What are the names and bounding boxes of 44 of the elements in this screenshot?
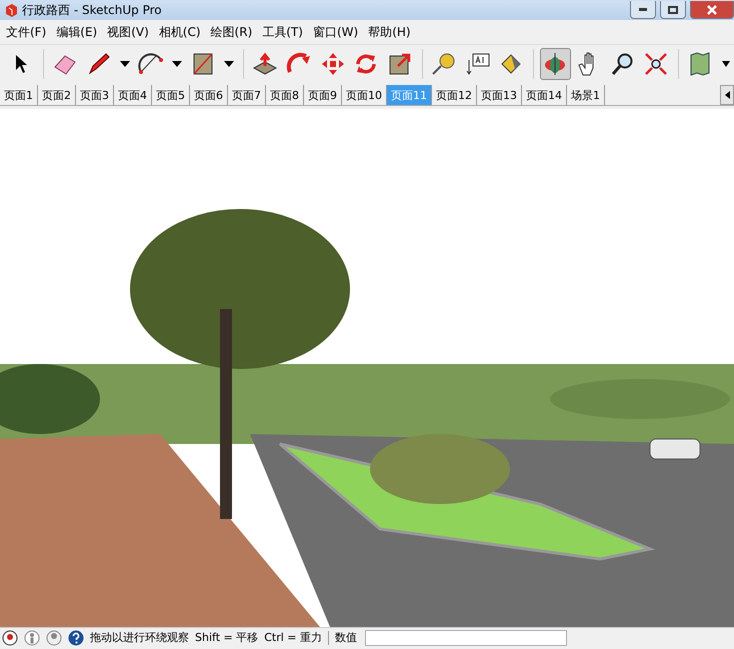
rotate-icon: [354, 52, 378, 76]
status-hint: 拖动以进行环绕观察: [90, 630, 189, 645]
move-icon: [320, 52, 345, 76]
text-label-icon: [464, 52, 491, 76]
push-pull-icon: [252, 52, 278, 76]
cursor-icon: [14, 54, 28, 74]
window-title: 行政路西 - SketchUp Pro: [22, 2, 163, 18]
menu-item[interactable]: 窗口(W): [308, 22, 362, 42]
scale-icon: [388, 52, 412, 76]
minimize-button[interactable]: [630, 1, 656, 19]
help-icon[interactable]: [68, 630, 84, 646]
menu-item[interactable]: 帮助(H): [364, 22, 415, 42]
value-label: 数值: [335, 630, 358, 645]
caret-icon: [172, 61, 182, 67]
caret-icon: [722, 61, 730, 67]
scroll-left-button[interactable]: [720, 85, 734, 105]
tape-measure-icon: [430, 52, 457, 76]
close-button[interactable]: [690, 1, 734, 19]
rectangle-icon: [192, 52, 214, 76]
arc-icon: [138, 52, 164, 76]
app-logo-icon: [4, 3, 18, 17]
toolbar-button[interactable]: [540, 48, 571, 80]
close-icon: [707, 4, 717, 14]
left-arrow-icon: [724, 91, 730, 99]
zoom-extents-icon: [644, 52, 668, 76]
eraser-icon: [52, 53, 78, 75]
status-hint: Ctrl = 重力: [264, 630, 322, 645]
menu-item[interactable]: 编辑(E): [52, 22, 102, 42]
menu-item[interactable]: 绘图(R): [206, 22, 256, 42]
map-icon: [689, 52, 712, 76]
status-hint: Shift = 平移: [195, 630, 258, 645]
caret-icon: [120, 61, 130, 67]
caret-icon: [224, 61, 234, 67]
maximize-icon: [668, 6, 678, 14]
maximize-button[interactable]: [660, 1, 686, 19]
follow-me-icon: [286, 52, 312, 76]
menu-item[interactable]: 文件(F): [2, 22, 50, 42]
menu-item[interactable]: 相机(C): [154, 22, 205, 42]
minimize-icon: [639, 8, 647, 11]
value-field[interactable]: [365, 630, 568, 646]
magnifier-icon: [610, 52, 635, 76]
menu-item[interactable]: 工具(T): [258, 22, 307, 42]
menu-item[interactable]: 视图(V): [103, 22, 153, 42]
pencil-icon: [86, 52, 111, 76]
